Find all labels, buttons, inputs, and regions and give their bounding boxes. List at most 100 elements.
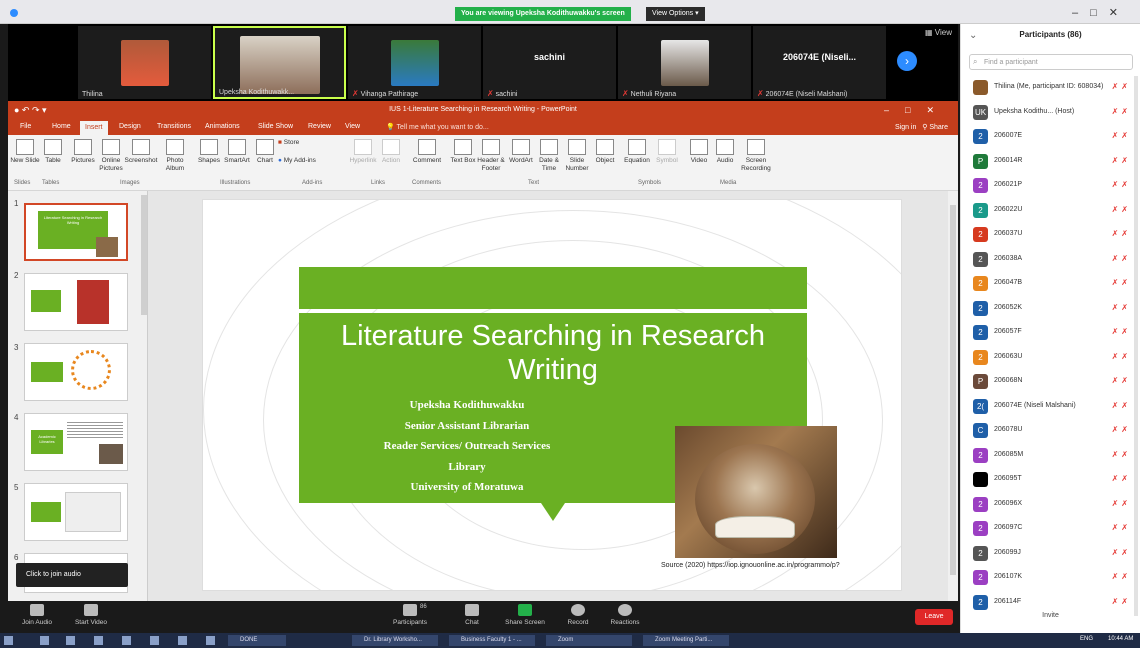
share-screen-button[interactable]: Share Screen: [500, 604, 550, 626]
next-page-arrow-icon[interactable]: ›: [897, 51, 917, 71]
participant-row[interactable]: 2 206052K ✗✗: [961, 297, 1140, 321]
participant-name: Upeksha Kodithu... (Host): [994, 107, 1075, 115]
comment-button[interactable]: Comment: [410, 139, 444, 165]
clock[interactable]: 10:44 AM: [1108, 636, 1133, 642]
symbol-button[interactable]: Symbol: [650, 139, 684, 165]
participant-row[interactable]: 2 206097C ✗✗: [961, 517, 1140, 541]
slide-thumbnail[interactable]: Academic Libraries: [24, 413, 128, 471]
join-audio-button[interactable]: Join Audio: [12, 604, 62, 626]
sign-in-area[interactable]: Sign in ⚲ Share: [895, 123, 948, 131]
taskbar-app-icon[interactable]: [206, 636, 215, 645]
participant-row[interactable]: P 206068N ✗✗: [961, 370, 1140, 394]
participant-row[interactable]: 2 206107K ✗✗: [961, 566, 1140, 590]
participant-row[interactable]: Thilina (Me, participant ID: 608034) ✗✗: [961, 76, 1140, 100]
menu-insert[interactable]: Insert: [80, 121, 108, 135]
my-addins-button[interactable]: ● My Add-ins: [278, 157, 338, 165]
photo-album-button[interactable]: Photo Album: [158, 139, 192, 173]
share-button[interactable]: Share: [929, 124, 948, 131]
participant-scrollbar[interactable]: [1134, 76, 1138, 616]
mic-muted-icon: ✗: [757, 89, 764, 98]
participant-row[interactable]: C 206078U ✗✗: [961, 419, 1140, 443]
slide-thumbnail[interactable]: [24, 483, 128, 541]
participant-row[interactable]: 2 206057F ✗✗: [961, 321, 1140, 345]
participant-row[interactable]: 2 206096X ✗✗: [961, 493, 1140, 517]
taskbar-app[interactable]: Dr. Library Worksho...: [352, 635, 438, 646]
menu-home[interactable]: Home: [52, 123, 71, 130]
thumb-block: [31, 290, 61, 312]
menu-view[interactable]: View: [345, 123, 360, 130]
slide-thumbnail[interactable]: Literature Searching in Research Writing: [24, 203, 128, 261]
participant-row[interactable]: P 206014R ✗✗: [961, 150, 1140, 174]
taskbar-app-icon[interactable]: [122, 636, 131, 645]
input-language[interactable]: ENG: [1080, 636, 1093, 642]
screen-recording-button[interactable]: Screen Recording: [736, 139, 776, 173]
header-footer-button[interactable]: Header & Footer: [474, 139, 508, 173]
video-tile[interactable]: 206074E (Niseli... ✗ 206074E (Niseli Mal…: [753, 26, 886, 99]
taskbar-app-icon[interactable]: [178, 636, 187, 645]
invite-button[interactable]: Invite: [961, 612, 1140, 619]
sign-in-link[interactable]: Sign in: [895, 124, 916, 131]
menu-review[interactable]: Review: [308, 123, 331, 130]
thumbnail-scrollbar[interactable]: [141, 195, 147, 315]
participant-row[interactable]: 2 206021P ✗✗: [961, 174, 1140, 198]
view-button[interactable]: ▦ View: [925, 28, 952, 37]
participant-row[interactable]: UK Upeksha Kodithu... (Host) ✗✗: [961, 101, 1140, 125]
screenshot-button[interactable]: Screenshot: [124, 139, 158, 165]
slide-thumbnail[interactable]: [24, 273, 128, 331]
thumb-photo: [99, 444, 123, 464]
window-controls[interactable]: –□✕: [1072, 6, 1130, 19]
video-tile-active-speaker[interactable]: Upeksha Kodithuwakk...: [213, 26, 346, 99]
record-button[interactable]: Record: [553, 604, 603, 626]
taskbar-app-icon[interactable]: [40, 636, 49, 645]
taskbar-app[interactable]: Zoom: [546, 635, 632, 646]
action-button[interactable]: Action: [374, 139, 408, 165]
view-options-button[interactable]: View Options ▾: [646, 7, 705, 21]
video-tile[interactable]: ✗ Vihanga Pathirage: [348, 26, 481, 99]
participant-row[interactable]: 2(206074E (Niseli Malshani) ✗✗: [961, 395, 1140, 419]
slide-scrollbar[interactable]: [948, 191, 958, 601]
participant-row[interactable]: 2 206114F ✗✗: [961, 591, 1140, 615]
reactions-button[interactable]: Reactions: [600, 604, 650, 626]
participant-row[interactable]: 2 206022U ✗✗: [961, 199, 1140, 223]
slide-thumbnail[interactable]: [24, 343, 128, 401]
menu-design[interactable]: Design: [119, 123, 141, 130]
store-button[interactable]: ■ Store: [278, 139, 318, 147]
participant-row[interactable]: 2 206099J ✗✗: [961, 542, 1140, 566]
participant-search-input[interactable]: Find a participant: [969, 54, 1133, 70]
video-tile[interactable]: Thilina: [78, 26, 211, 99]
menu-file[interactable]: File: [20, 123, 31, 130]
object-button[interactable]: Object: [588, 139, 622, 165]
ppt-window-controls[interactable]: –□✕: [884, 105, 950, 116]
taskbar-app[interactable]: Zoom Meeting Parti...: [643, 635, 729, 646]
taskbar-app[interactable]: DONE: [228, 635, 286, 646]
menu-animations[interactable]: Animations: [205, 123, 240, 130]
online-pictures-button[interactable]: Online Pictures: [94, 139, 128, 173]
participant-row[interactable]: 2 206047B ✗✗: [961, 272, 1140, 296]
current-slide[interactable]: Literature Searching in Research Writing…: [202, 199, 902, 591]
table-button[interactable]: Table: [36, 139, 70, 165]
video-tile[interactable]: sachini ✗ sachini: [483, 26, 616, 99]
taskbar-app-icon[interactable]: [150, 636, 159, 645]
menu-transitions[interactable]: Transitions: [157, 123, 191, 130]
participant-row[interactable]: 2 206085M ✗✗: [961, 444, 1140, 468]
scrollbar-thumb[interactable]: [950, 205, 956, 575]
leave-button[interactable]: Leave: [915, 609, 953, 625]
participant-row[interactable]: 2 206038A ✗✗: [961, 248, 1140, 272]
participant-row[interactable]: 2 206063U ✗✗: [961, 346, 1140, 370]
menu-slide-show[interactable]: Slide Show: [258, 123, 293, 130]
taskbar-app-icon[interactable]: [94, 636, 103, 645]
participant-row[interactable]: 2 206037U ✗✗: [961, 223, 1140, 247]
tell-me-box[interactable]: 💡 Tell me what you want to do...: [386, 123, 489, 131]
taskbar-app[interactable]: Business Faculty 1 - ...: [449, 635, 535, 646]
chat-button[interactable]: Chat: [447, 604, 497, 626]
tile-name-text: sachini: [495, 91, 518, 98]
participant-row[interactable]: 206095T ✗✗: [961, 468, 1140, 492]
participants-button[interactable]: Participants: [385, 604, 435, 626]
chart-button[interactable]: Chart: [248, 139, 282, 165]
equation-button[interactable]: Equation: [620, 139, 654, 165]
start-video-button[interactable]: Start Video: [66, 604, 116, 626]
taskbar-app-icon[interactable]: [66, 636, 75, 645]
video-tile[interactable]: ✗ Nethuli Riyana: [618, 26, 751, 99]
participant-row[interactable]: 2 206007E ✗✗: [961, 125, 1140, 149]
start-icon[interactable]: [4, 636, 13, 645]
